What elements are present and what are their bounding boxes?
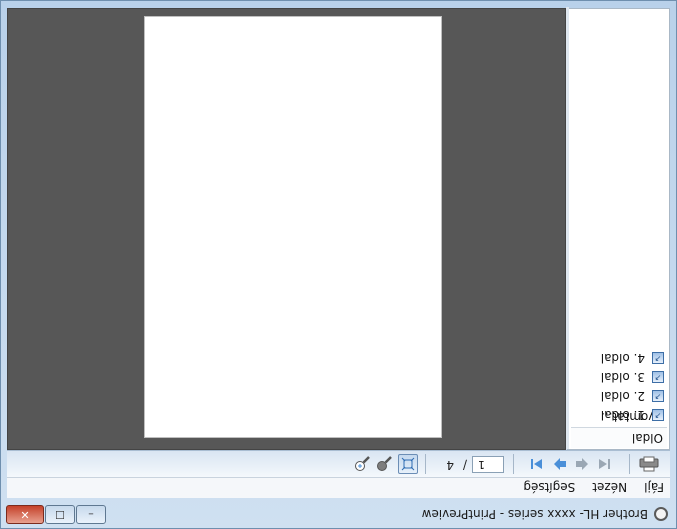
menu-bar: Fájl Nézet Segítség	[7, 477, 670, 498]
page-list: ↗ 1. oldal ↗ 2. oldal ↗ 3. oldal ↗ 4. oldal	[569, 348, 669, 424]
page-list-item[interactable]: ↗ 3. oldal	[569, 367, 669, 386]
first-page-icon	[599, 459, 610, 469]
window-title: Brother HL- xxxx series - PrintPreview	[421, 507, 648, 521]
fit-page-icon	[401, 457, 415, 471]
fit-page-button[interactable]	[398, 454, 418, 474]
page-item-label: 1. oldal	[600, 408, 645, 422]
page-list-item[interactable]: ↗ 4. oldal	[569, 348, 669, 367]
maximize-button[interactable]: ☐	[45, 505, 75, 524]
next-page-button[interactable]	[551, 454, 569, 474]
page-item-label: 4. oldal	[600, 351, 645, 365]
zoom-in-button[interactable]	[353, 454, 371, 474]
page-icon: ↗	[652, 352, 664, 364]
toolbar-separator	[629, 454, 630, 474]
zoom-out-button[interactable]	[375, 454, 393, 474]
page-icon: ↗	[652, 409, 664, 421]
print-preview-window: Brother HL- xxxx series - PrintPreview –…	[0, 0, 677, 529]
panel-splitter[interactable]	[566, 7, 569, 449]
preview-page	[145, 17, 441, 437]
first-page-button[interactable]	[595, 454, 613, 474]
page-side-panel: Oldal nyomtat... ↗ 1. oldal ↗ 2. oldal ↗ 3.…	[566, 7, 670, 450]
total-pages: 4	[446, 458, 454, 472]
last-page-button[interactable]	[528, 454, 546, 474]
page-separator: /	[462, 458, 467, 472]
toolbar-separator	[513, 454, 514, 474]
menu-file[interactable]: Fájl	[638, 479, 670, 497]
preview-canvas[interactable]	[7, 8, 566, 450]
previous-page-icon	[576, 458, 588, 470]
minimize-button[interactable]: –	[76, 505, 106, 524]
page-item-label: 3. oldal	[600, 370, 645, 384]
toolbar-separator	[425, 454, 426, 474]
print-button[interactable]	[636, 454, 662, 474]
title-bar[interactable]: Brother HL- xxxx series - PrintPreview –…	[1, 498, 676, 528]
page-setup-button[interactable]: Oldal nyomtat...	[571, 410, 667, 448]
current-page-input[interactable]: 1	[472, 456, 504, 473]
close-button[interactable]: ✕	[6, 505, 44, 524]
page-list-item[interactable]: ↗ 1. oldal	[569, 405, 669, 424]
last-page-icon	[531, 459, 542, 469]
zoom-in-icon	[355, 456, 370, 471]
menu-help[interactable]: Segítség	[517, 479, 581, 497]
content-area: Oldal nyomtat... ↗ 1. oldal ↗ 2. oldal ↗ 3.…	[7, 7, 670, 450]
page-icon: ↗	[652, 371, 664, 383]
toolbar: 1 / 4	[7, 450, 670, 477]
page-icon: ↗	[652, 390, 664, 402]
previous-page-button[interactable]	[573, 454, 591, 474]
next-page-icon	[554, 458, 566, 470]
app-icon	[654, 507, 668, 521]
menu-view[interactable]: Nézet	[586, 479, 633, 497]
page-item-label: 2. oldal	[600, 389, 645, 403]
zoom-out-icon	[377, 456, 392, 471]
page-list-item[interactable]: ↗ 2. oldal	[569, 386, 669, 405]
printer-icon	[639, 456, 659, 472]
